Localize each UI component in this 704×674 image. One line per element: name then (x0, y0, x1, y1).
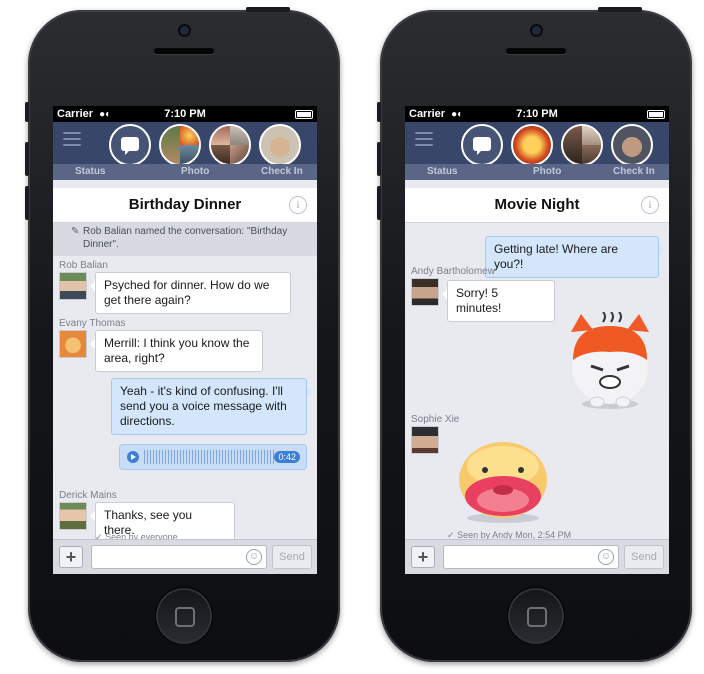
status-bar: Carrier ●◐ 7:10 PM (405, 106, 669, 122)
angry-cat-sticker[interactable] (563, 312, 657, 412)
clock: 7:10 PM (164, 108, 206, 120)
chat-header: Birthday Dinner i (53, 188, 317, 223)
home-button (508, 588, 564, 644)
chat-heads-bar (405, 122, 669, 166)
check-in-button[interactable]: Check In (613, 166, 655, 177)
incoming-message[interactable]: Psyched for dinner. How do we get there … (90, 272, 291, 314)
avatar-photo (582, 126, 601, 145)
avatar[interactable] (411, 426, 439, 454)
info-icon[interactable]: i (289, 196, 307, 214)
phone-left: Carrier ●◐ 7:10 PM Status Photo Check In… (25, 7, 340, 662)
messenger-icon (473, 137, 491, 155)
messenger-chat-head[interactable] (109, 124, 151, 166)
check-in-button[interactable]: Check In (261, 166, 303, 177)
outgoing-message[interactable]: Yeah - it's kind of confusing. I'll send… (111, 378, 312, 435)
voice-message[interactable]: 0:42 (119, 444, 307, 470)
chat-panel: Movie Night i Getting late! Where are yo… (405, 188, 669, 574)
clock: 7:10 PM (516, 108, 558, 120)
chat-head-person[interactable] (611, 124, 653, 166)
messenger-icon (121, 137, 139, 155)
volume-down-button (25, 186, 29, 220)
status-button[interactable]: Status (75, 166, 106, 177)
sleep-button (246, 7, 290, 12)
chat-header: Movie Night i (405, 188, 669, 223)
sender-name: Evany Thomas (59, 318, 126, 329)
pencil-icon: ✎ (71, 226, 80, 237)
avatar-photo (563, 126, 582, 164)
avatar-photo (582, 145, 601, 164)
add-attachment-button[interactable]: + (59, 546, 83, 568)
conversation-notice: ✎ Rob Balian named the conversation: "Bi… (53, 223, 317, 256)
avatar[interactable] (59, 502, 87, 530)
composer: + ☺ Send (405, 539, 669, 574)
avatar[interactable] (59, 272, 87, 300)
chat-head-person[interactable] (511, 124, 553, 166)
smiley-icon[interactable]: ☺ (246, 549, 262, 565)
avatar-photo (230, 126, 249, 145)
conversation-title: Movie Night (494, 196, 580, 213)
sender-name: Sophie Xie (411, 414, 460, 425)
avatar-photo (180, 126, 199, 145)
message-input[interactable] (91, 545, 267, 569)
add-attachment-button[interactable]: + (411, 546, 435, 568)
avatar-photo (180, 145, 199, 164)
phone-right: Carrier●◐ 7:10 PM Status Photo Check In (377, 7, 692, 662)
conversation-title: Birthday Dinner (128, 196, 242, 213)
battery-icon (295, 109, 313, 119)
send-button[interactable]: Send (624, 545, 664, 569)
home-button (156, 588, 212, 644)
incoming-message[interactable]: Sorry! 5 minutes! (442, 280, 555, 322)
chat-head-person[interactable] (259, 124, 301, 166)
menu-icon[interactable] (63, 132, 81, 146)
menu-icon[interactable] (415, 132, 433, 146)
chat-head-group[interactable] (209, 124, 251, 166)
avatar[interactable] (411, 278, 439, 306)
battery-icon (647, 109, 665, 119)
chat-head-group[interactable] (561, 124, 603, 166)
sender-name: Derick Mains (59, 490, 117, 501)
chat-heads-bar (53, 122, 317, 166)
smiley-icon[interactable]: ☺ (598, 549, 614, 565)
outgoing-message[interactable]: Getting late! Where are you?! (485, 236, 664, 278)
volume-up-button (25, 142, 29, 176)
waveform (144, 450, 274, 464)
voice-duration: 0:42 (274, 451, 300, 463)
mute-switch (377, 102, 381, 122)
sender-name: Rob Balian (59, 260, 108, 271)
front-camera (532, 26, 541, 35)
volume-up-button (377, 142, 381, 176)
mute-switch (25, 102, 29, 122)
info-icon[interactable]: i (641, 196, 659, 214)
composer: + ☺ Send (53, 539, 317, 574)
message-input[interactable] (443, 545, 619, 569)
shouting-blob-sticker[interactable] (455, 438, 551, 524)
facebook-action-bar: Status Photo Check In (405, 164, 669, 180)
chat-head-group[interactable] (159, 124, 201, 166)
chat-panel: Birthday Dinner i ✎ Rob Balian named the… (53, 188, 317, 574)
screen: Carrier ●◐ 7:10 PM Status Photo Check In… (53, 106, 317, 574)
earpiece-speaker (154, 48, 214, 54)
status-bar: Carrier ●◐ 7:10 PM (53, 106, 317, 122)
earpiece-speaker (506, 48, 566, 54)
avatar-photo (211, 145, 230, 164)
facebook-action-bar: Status Photo Check In (53, 164, 317, 180)
photo-button[interactable]: Photo (533, 166, 561, 177)
messenger-chat-head[interactable] (461, 124, 503, 166)
sender-name: Andy Bartholomew (411, 266, 495, 277)
photo-button[interactable]: Photo (181, 166, 209, 177)
volume-down-button (377, 186, 381, 220)
front-camera (180, 26, 189, 35)
play-icon[interactable] (127, 451, 139, 463)
avatar-photo (211, 126, 230, 145)
status-button[interactable]: Status (427, 166, 458, 177)
send-button[interactable]: Send (272, 545, 312, 569)
sleep-button (598, 7, 642, 12)
avatar[interactable] (59, 330, 87, 358)
avatar-photo (161, 126, 180, 164)
screen: Carrier●◐ 7:10 PM Status Photo Check In (405, 106, 669, 574)
incoming-message[interactable]: Merrill: I think you know the area, righ… (90, 330, 263, 372)
